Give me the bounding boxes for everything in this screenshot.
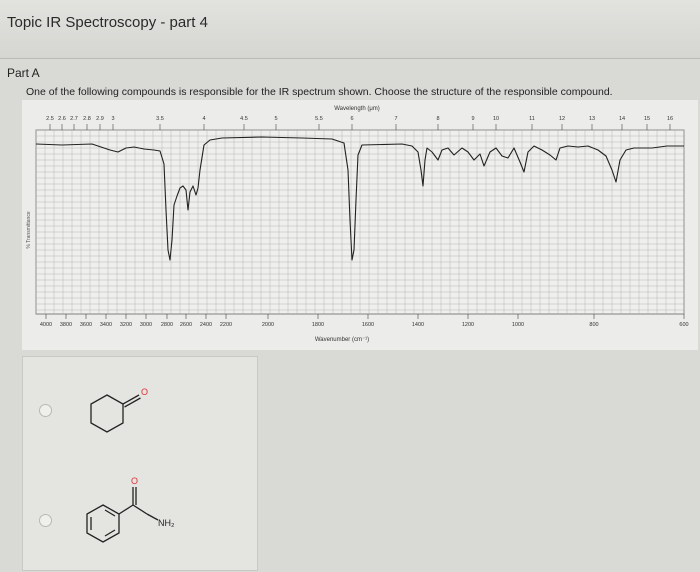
bottom-tick-label: 4000 <box>40 322 52 328</box>
bottom-tick-label: 1000 <box>512 322 524 328</box>
bottom-tick-label: 1800 <box>312 322 324 328</box>
cyclohexanone-structure-icon: O <box>90 387 148 433</box>
answer-choices-panel: O O NH₂ <box>22 356 258 571</box>
top-tick-label: 2.7 <box>70 116 78 122</box>
top-tick-label: 11 <box>529 116 535 122</box>
atom-label-o: O <box>141 387 148 397</box>
top-tick-label: 4.5 <box>240 116 248 122</box>
bottom-tick-label: 3000 <box>140 322 152 328</box>
top-tick-label: 5 <box>274 116 277 122</box>
top-tick-label: 2.5 <box>46 116 54 122</box>
question-text: One of the following compounds is respon… <box>26 86 613 98</box>
radio-choice-1[interactable] <box>39 404 52 417</box>
top-tick-label: 16 <box>667 116 673 122</box>
bottom-tick-label: 3600 <box>80 322 92 328</box>
part-label: Part A <box>7 66 40 80</box>
page-title: Topic IR Spectroscopy - part 4 <box>7 14 208 31</box>
y-axis-label: % Transmittance <box>26 211 32 248</box>
top-tick-label: 4 <box>202 116 205 122</box>
top-tick-label: 6 <box>350 116 353 122</box>
bottom-tick-label: 800 <box>589 322 598 328</box>
bottom-tick-label: 3400 <box>100 322 112 328</box>
spectrum-grid <box>35 129 685 315</box>
bottom-tick-label: 3800 <box>60 322 72 328</box>
atom-label-o: O <box>131 476 138 486</box>
top-tick-label: 10 <box>493 116 499 122</box>
top-tick-label: 2.8 <box>83 116 91 122</box>
bottom-tick-label: 600 <box>679 322 688 328</box>
top-tick-label: 13 <box>589 116 595 122</box>
choice-phenylacetamide[interactable]: O NH₂ <box>23 457 259 557</box>
bottom-tick-label: 1600 <box>362 322 374 328</box>
bottom-tick-label: 3200 <box>120 322 132 328</box>
top-tick-label: 2.9 <box>96 116 104 122</box>
choice-cyclohexanone[interactable]: O <box>23 357 259 457</box>
top-tick-label: 15 <box>644 116 650 122</box>
top-tick-label: 7 <box>394 116 397 122</box>
top-tick-label: 3 <box>111 116 114 122</box>
top-tick-label: 9 <box>471 116 474 122</box>
bottom-axis-label: Wavenumber (cm⁻¹) <box>315 337 369 343</box>
header-bar: Topic IR Spectroscopy - part 4 <box>0 0 700 59</box>
top-tick-label: 2.6 <box>58 116 66 122</box>
ir-spectrum-image: 2.5 2.6 2.7 2.8 2.9 3 3.5 4 4.5 5 5.5 6 7 8 9 10 11 12 13 1… <box>22 100 698 350</box>
top-axis-label: Wavelength (μm) <box>334 106 380 112</box>
bottom-tick-label: 2800 <box>161 322 173 328</box>
top-tick-label: 12 <box>559 116 565 122</box>
bottom-tick-label: 2600 <box>180 322 192 328</box>
atom-label-nh2: NH₂ <box>158 518 175 528</box>
bottom-tick-label: 2000 <box>262 322 274 328</box>
bottom-tick-label: 2400 <box>200 322 212 328</box>
top-tick-label: 14 <box>619 116 625 122</box>
top-tick-label: 5.5 <box>315 116 323 122</box>
phenylacetamide-structure-icon: O NH₂ <box>86 476 175 543</box>
bottom-tick-label: 2200 <box>220 322 232 328</box>
radio-choice-2[interactable] <box>39 514 52 527</box>
top-tick-label: 3.5 <box>156 116 164 122</box>
bottom-tick-label: 1400 <box>412 322 424 328</box>
bottom-tick-label: 1200 <box>462 322 474 328</box>
top-tick-label: 8 <box>436 116 439 122</box>
